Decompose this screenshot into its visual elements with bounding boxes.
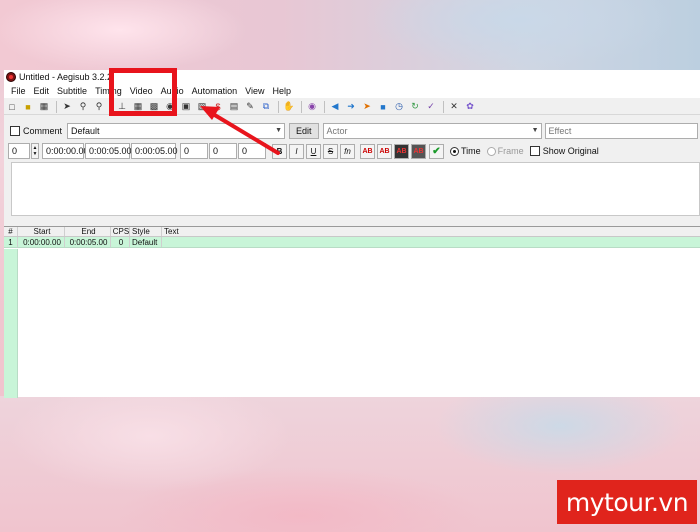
watermark-text: mytour.vn	[565, 487, 689, 517]
watermark-logo: mytour.vn	[557, 480, 697, 524]
annotation-arrow	[200, 106, 280, 155]
